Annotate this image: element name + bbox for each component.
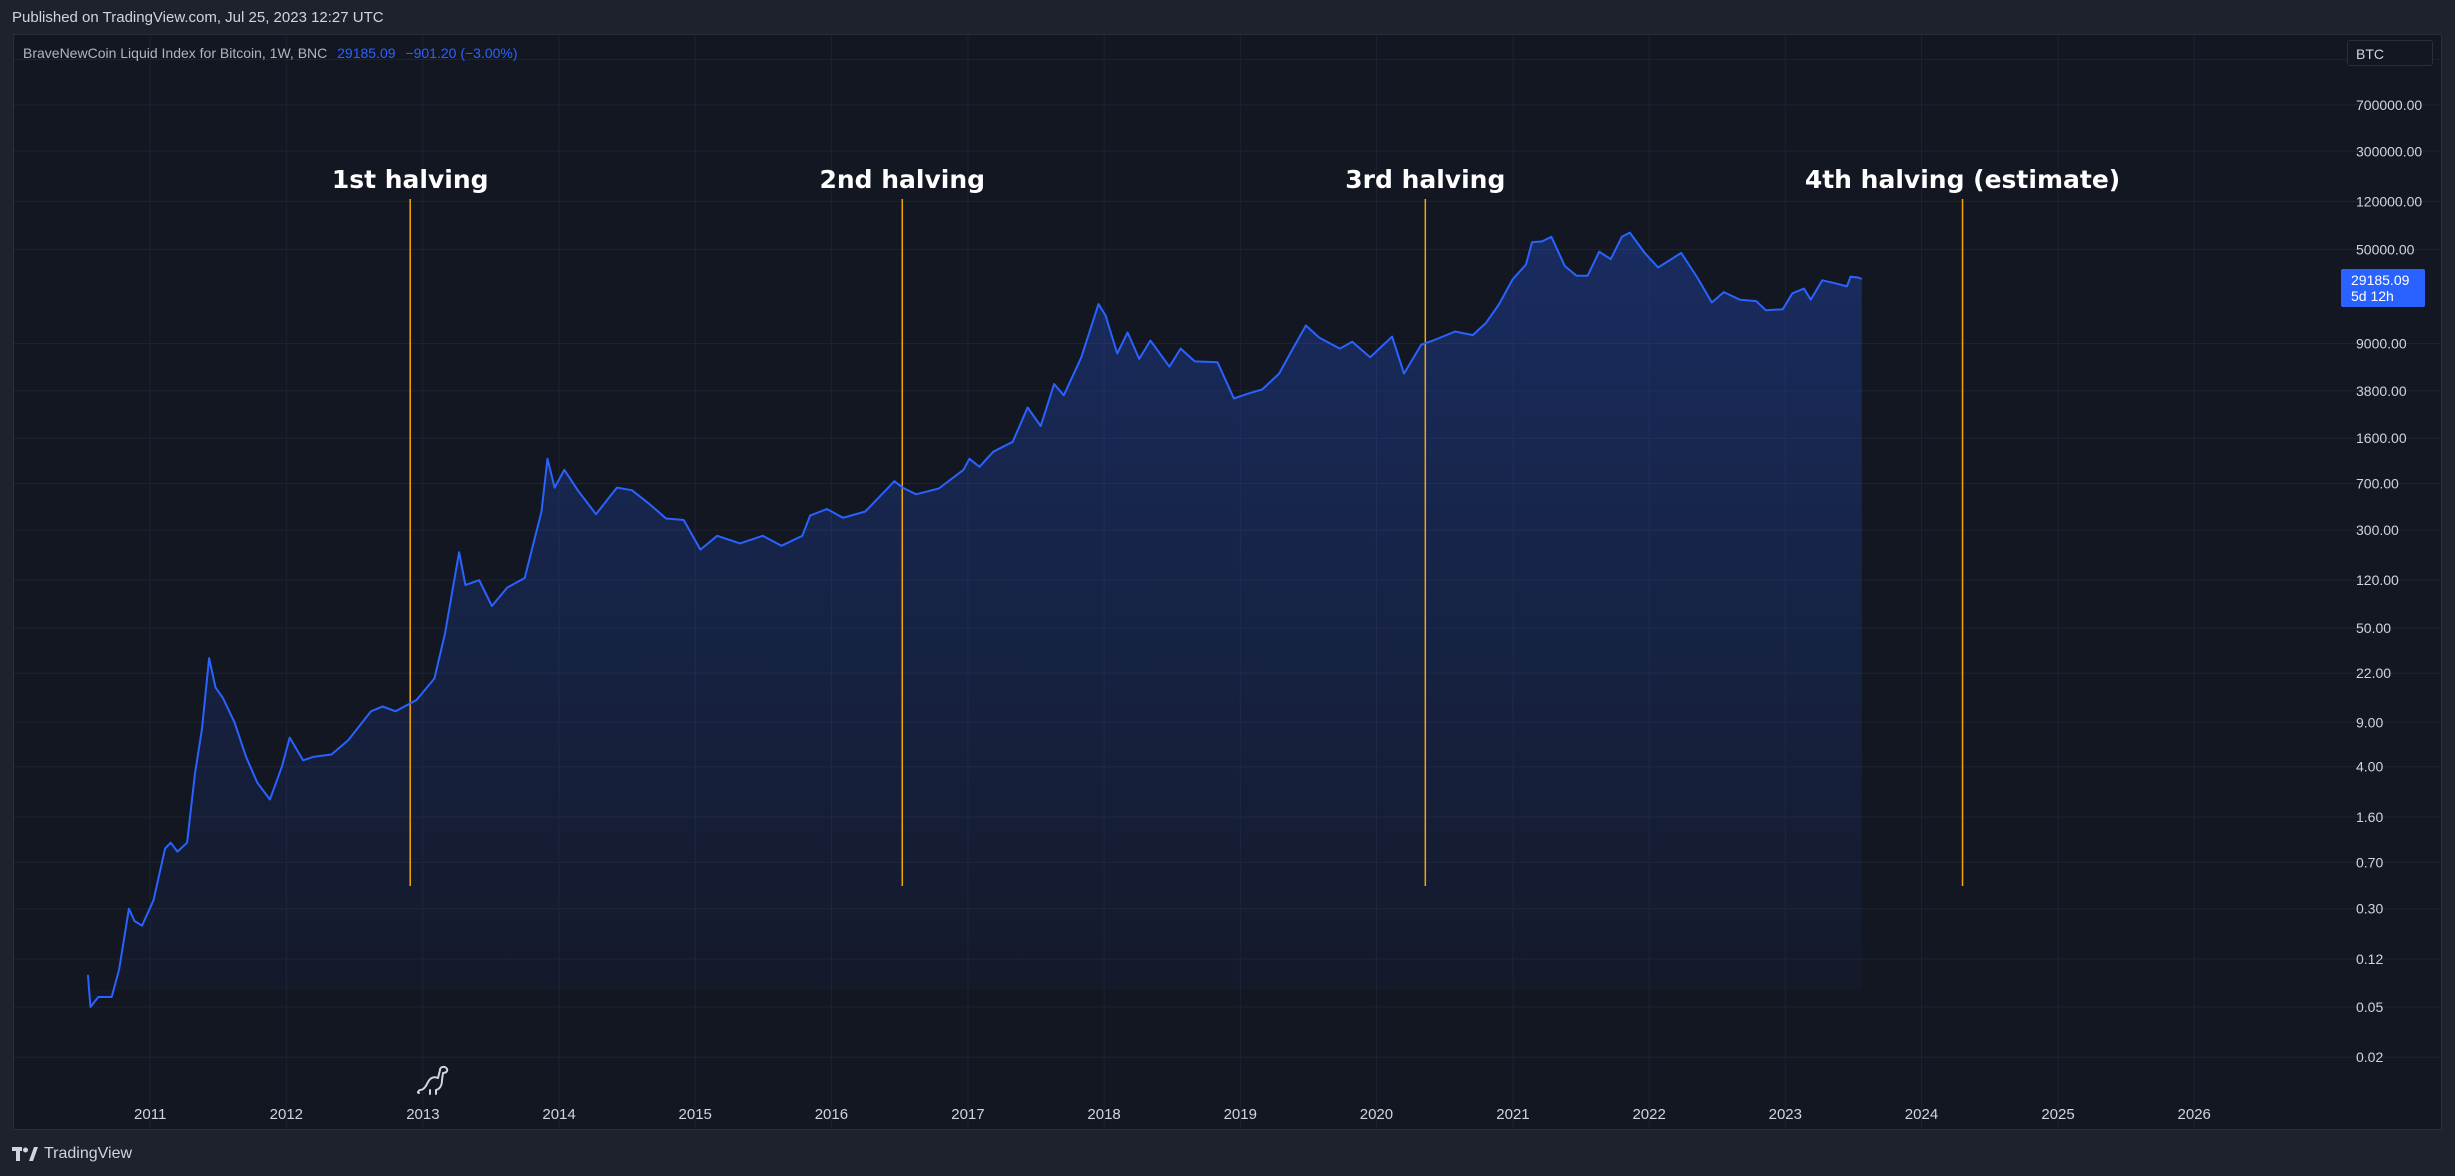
x-tick-label: 2020	[1360, 1106, 1393, 1123]
series-legend[interactable]: BraveNewCoin Liquid Index for Bitcoin, 1…	[23, 45, 518, 61]
x-tick-label: 2011	[134, 1106, 166, 1123]
halving-label: 3rd halving	[1345, 165, 1505, 194]
y-tick-label: 0.30	[2356, 901, 2383, 917]
y-tick-label: 9.00	[2356, 714, 2383, 730]
last-price-tag: 29185.095d 12h	[2341, 269, 2425, 308]
y-tick-label: 22.00	[2356, 665, 2391, 681]
x-tick-label: 2024	[1905, 1106, 1938, 1123]
y-tick-label: 4.00	[2356, 759, 2383, 775]
y-tick-label: 50000.00	[2356, 241, 2415, 257]
y-tick-label: 9000.00	[2356, 336, 2407, 352]
currency-button[interactable]: BTC	[2347, 40, 2433, 66]
x-tick-label: 2017	[951, 1106, 984, 1123]
tradingview-logo-icon	[12, 1147, 38, 1161]
y-tick-label: 300.00	[2356, 522, 2399, 538]
x-tick-label: 2018	[1087, 1106, 1120, 1123]
halving-label: 1st halving	[332, 165, 489, 194]
change-value: −901.20 (−3.00%)	[405, 45, 518, 61]
price-tag-value: 29185.09	[2351, 272, 2410, 288]
footer-bar	[0, 1130, 2455, 1176]
price-chart[interactable]: 1st halving 2nd halving 3rd halving 4th hal…	[0, 0, 2455, 1176]
last-value: 29185.09	[337, 45, 396, 61]
tradingview-brand[interactable]: TradingView	[12, 1145, 132, 1163]
y-tick-label: 120.00	[2356, 572, 2399, 588]
y-tick-label: 50.00	[2356, 620, 2391, 636]
x-tick-label: 2012	[270, 1106, 303, 1123]
x-tick-label: 2019	[1224, 1106, 1257, 1123]
x-tick-label: 2026	[2178, 1106, 2211, 1123]
price-area-fill	[87, 232, 1862, 1008]
price-tag-countdown: 5d 12h	[2351, 288, 2394, 304]
x-tick-label: 2013	[406, 1106, 439, 1123]
x-tick-label: 2023	[1769, 1106, 1802, 1123]
x-tick-label: 2025	[2041, 1106, 2074, 1123]
y-tick-label: 1600.00	[2356, 430, 2407, 446]
x-tick-label: 2021	[1496, 1106, 1529, 1123]
x-axis[interactable]: 2011 2012 2013 2014 2015 2016 2017 2018 2019 2020…	[134, 1106, 2211, 1123]
y-tick-label: 1.60	[2356, 809, 2383, 825]
x-tick-label: 2015	[679, 1106, 712, 1123]
y-tick-label: 0.12	[2356, 951, 2383, 967]
y-tick-label: 700.00	[2356, 476, 2399, 492]
x-tick-label: 2016	[815, 1106, 848, 1123]
y-tick-label: 0.05	[2356, 999, 2383, 1015]
footer-brand-label: TradingView	[44, 1145, 133, 1162]
y-tick-label: 300000.00	[2356, 143, 2422, 159]
dinosaur-icon	[416, 1065, 449, 1095]
y-axis[interactable]: 1600000.00700000.00300000.00120000.00500…	[2356, 51, 2430, 1065]
y-tick-label: 700000.00	[2356, 97, 2422, 113]
y-tick-label: 0.70	[2356, 854, 2383, 870]
halving-label: 2nd halving	[819, 165, 985, 194]
y-tick-label: 0.02	[2356, 1049, 2383, 1065]
symbol-description: BraveNewCoin Liquid Index for Bitcoin, 1…	[23, 45, 328, 61]
x-tick-label: 2014	[542, 1106, 575, 1123]
x-tick-label: 2022	[1632, 1106, 1665, 1123]
halving-label: 4th halving (estimate)	[1805, 165, 2120, 194]
y-tick-label: 120000.00	[2356, 193, 2422, 209]
price-area	[87, 232, 1862, 1008]
y-tick-label: 3800.00	[2356, 383, 2407, 399]
